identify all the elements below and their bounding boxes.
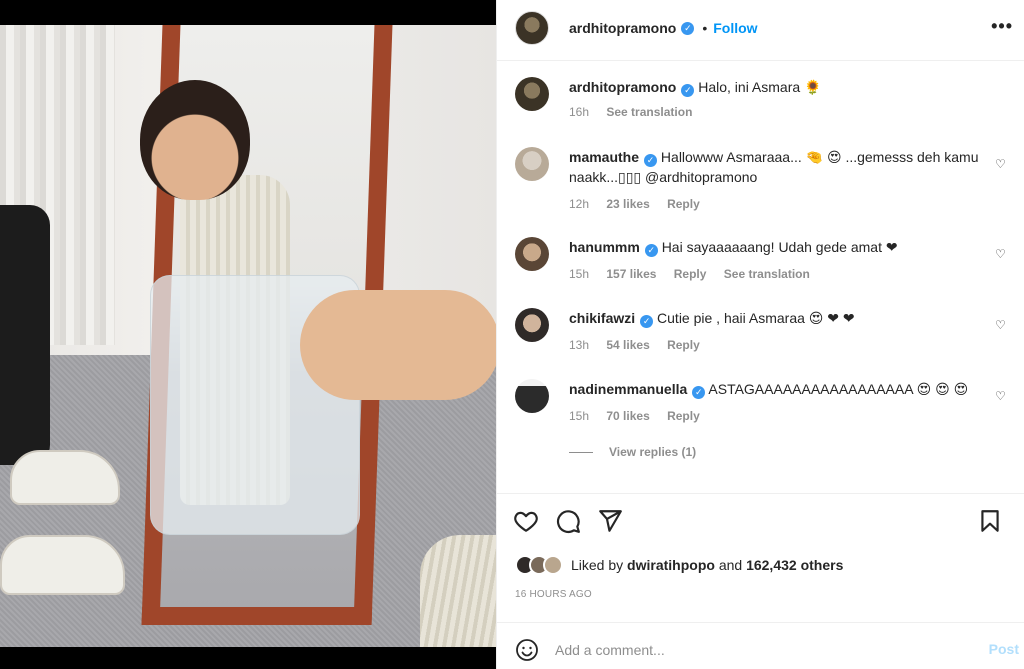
comment-bubble-icon[interactable] xyxy=(555,508,581,534)
view-replies-button[interactable]: View replies (1) xyxy=(569,445,696,459)
comment-meta: 15h 70 likes Reply xyxy=(569,409,714,423)
reply-button[interactable]: Reply xyxy=(667,338,700,352)
comment-like-heart-icon[interactable]: ♡ xyxy=(995,157,1007,171)
comment-avatar[interactable] xyxy=(515,379,549,413)
save-bookmark-icon[interactable] xyxy=(977,508,1003,534)
comment-username[interactable]: mamauthe xyxy=(569,149,639,165)
comment-likes[interactable]: 157 likes xyxy=(606,267,656,281)
comments-list: ardhitopramono ✓ Halo, ini Asmara 🌻 16h S… xyxy=(497,60,1024,490)
action-bar xyxy=(497,508,1024,538)
author-username[interactable]: ardhitopramono xyxy=(569,20,676,36)
comment-likes[interactable]: 23 likes xyxy=(606,197,649,211)
post-photo xyxy=(0,25,496,647)
comment-text: hanummm ✓ Hai sayaaaaaang! Udah gede amat… xyxy=(569,237,979,257)
liked-by-prefix: Liked by xyxy=(571,557,624,573)
add-comment-bar: Post xyxy=(497,630,1024,669)
likes-summary: Liked by dwiratihpopo and 162,432 others xyxy=(515,555,843,575)
comment-text: mamauthe ✓ Hallowww Asmaraaa... 🤏 😍 ...ge… xyxy=(569,147,979,187)
comment-username[interactable]: chikifawzi xyxy=(569,310,635,326)
view-replies-line xyxy=(569,451,593,453)
verified-badge-icon: ✓ xyxy=(681,21,695,35)
separator-dot: • xyxy=(702,20,708,36)
comment-likes[interactable]: 70 likes xyxy=(606,409,649,423)
caption-body: Halo, ini Asmara 🌻 xyxy=(698,79,822,95)
more-options-icon[interactable]: ••• xyxy=(991,16,1013,37)
comment-body: ASTAGAAAAAAAAAAAAAAAAA 😍 😍 😍 xyxy=(708,381,969,397)
photo-cloth xyxy=(420,535,496,647)
comment-username[interactable]: hanummm xyxy=(569,239,640,255)
emoji-smiley-icon[interactable] xyxy=(515,638,539,662)
comment-meta: 12h 23 likes Reply xyxy=(569,197,714,211)
comment-text: chikifawzi ✓ Cutie pie , haii Asmaraa 😍 ❤… xyxy=(569,308,979,328)
verified-badge-icon: ✓ xyxy=(640,315,654,328)
caption-username[interactable]: ardhitopramono xyxy=(569,79,676,95)
instagram-post-view: ardhitopramono ✓ • Follow ••• ardhitopra… xyxy=(0,0,1024,669)
comment-avatar[interactable] xyxy=(515,308,549,342)
reply-button[interactable]: Reply xyxy=(667,197,700,211)
comment-text: nadinemmanuella ✓ ASTAGAAAAAAAAAAAAAAAAA … xyxy=(569,379,979,399)
comment-time: 15h xyxy=(569,267,590,281)
post-header: ardhitopramono ✓ • Follow ••• xyxy=(497,0,1024,56)
comment-avatar[interactable] xyxy=(515,147,549,181)
comment-time: 13h xyxy=(569,338,590,352)
post-media xyxy=(0,0,496,669)
verified-badge-icon: ✓ xyxy=(692,386,706,399)
photo-child-head xyxy=(140,80,250,200)
comment-body: Hai sayaaaaaang! Udah gede amat ❤ xyxy=(661,239,898,255)
see-translation-link[interactable]: See translation xyxy=(606,105,692,119)
caption-text: ardhitopramono ✓ Halo, ini Asmara 🌻 xyxy=(569,77,979,97)
verified-badge-icon: ✓ xyxy=(644,154,658,167)
likes-text: Liked by dwiratihpopo and 162,432 others xyxy=(571,557,843,573)
reply-button[interactable]: Reply xyxy=(667,409,700,423)
comment-time: 12h xyxy=(569,197,590,211)
actions-divider xyxy=(497,493,1024,494)
post-sidebar: ardhitopramono ✓ • Follow ••• ardhitopra… xyxy=(496,0,1024,669)
comment-body: Cutie pie , haii Asmaraa 😍 ❤ ❤ xyxy=(657,310,855,326)
liked-by-others[interactable]: 162,432 others xyxy=(746,557,843,573)
comment-username[interactable]: nadinemmanuella xyxy=(569,381,687,397)
see-translation-link[interactable]: See translation xyxy=(724,267,810,281)
liker-avatar[interactable] xyxy=(543,555,563,575)
comment-avatar[interactable] xyxy=(515,237,549,271)
comment-likes[interactable]: 54 likes xyxy=(606,338,649,352)
post-comment-button[interactable]: Post xyxy=(989,641,1019,657)
post-timestamp[interactable]: 16 HOURS AGO xyxy=(515,589,592,600)
caption-meta: 16h See translation xyxy=(569,105,706,119)
reply-button[interactable]: Reply xyxy=(674,267,707,281)
photo-shoe xyxy=(0,535,125,595)
liked-by-and: and xyxy=(718,557,743,573)
photo-shoe xyxy=(10,450,120,505)
verified-badge-icon: ✓ xyxy=(644,244,658,257)
caption-avatar[interactable] xyxy=(515,77,549,111)
like-heart-icon[interactable] xyxy=(513,508,539,534)
comment-time: 15h xyxy=(569,409,590,423)
verified-badge-icon: ✓ xyxy=(681,84,695,97)
comment-meta: 13h 54 likes Reply xyxy=(569,338,714,352)
add-comment-divider xyxy=(497,622,1024,623)
view-replies-label: View replies (1) xyxy=(609,445,697,459)
add-comment-input[interactable] xyxy=(555,641,955,658)
liked-by-user[interactable]: dwiratihpopo xyxy=(627,557,715,573)
photo-adult-leg xyxy=(0,205,50,465)
author-avatar[interactable] xyxy=(515,11,549,45)
photo-child-arm xyxy=(300,290,496,400)
comment-like-heart-icon[interactable]: ♡ xyxy=(995,389,1007,403)
comment-like-heart-icon[interactable]: ♡ xyxy=(995,318,1007,332)
comment-meta: 15h 157 likes Reply See translation xyxy=(569,267,824,281)
comment-like-heart-icon[interactable]: ♡ xyxy=(995,247,1007,261)
share-send-icon[interactable] xyxy=(597,508,623,534)
caption-time: 16h xyxy=(569,105,590,119)
follow-button[interactable]: Follow xyxy=(713,20,757,36)
